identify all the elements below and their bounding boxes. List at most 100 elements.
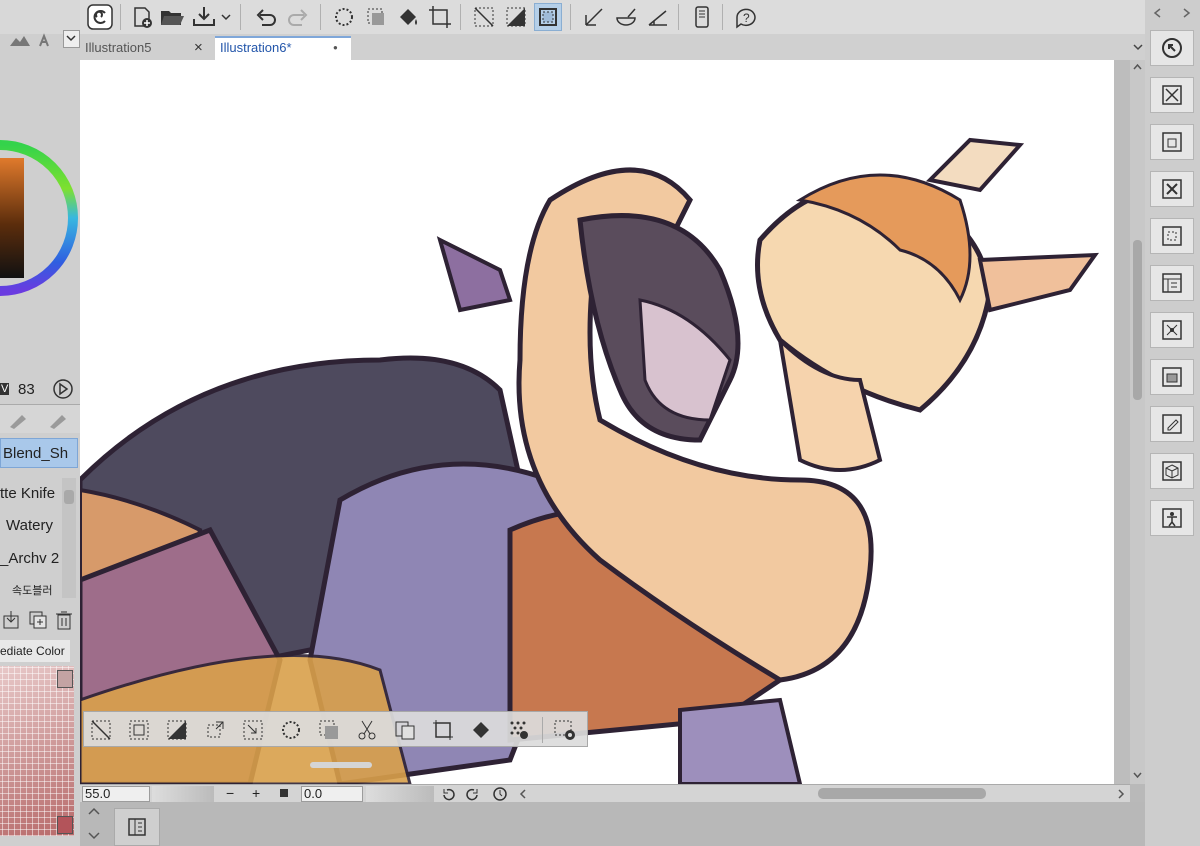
close-sub-button[interactable]: [1150, 171, 1194, 207]
grid-snap-button[interactable]: [644, 3, 672, 31]
brush-item[interactable]: Blend_Sh: [0, 438, 78, 468]
fill-button[interactable]: [394, 3, 422, 31]
selection-settings-icon: [554, 720, 575, 740]
tab-illustration6[interactable]: Illustration6* ●: [215, 36, 351, 60]
intermediate-color-label: ediate Color: [0, 640, 70, 662]
app-logo-icon: [87, 4, 113, 30]
transform-selection-button[interactable]: [202, 717, 228, 743]
rotation-field[interactable]: 0.0: [301, 786, 363, 802]
layer-property-icon: [1162, 132, 1182, 152]
scale-button[interactable]: [430, 717, 456, 743]
redo-button[interactable]: [284, 3, 312, 31]
help-button[interactable]: ?: [732, 3, 760, 31]
selection-layer-button[interactable]: [362, 3, 390, 31]
pencil-tab-icon[interactable]: [4, 411, 34, 429]
deselect-button[interactable]: [88, 717, 114, 743]
invert-button[interactable]: [126, 717, 152, 743]
color-swatch-top[interactable]: [57, 670, 73, 688]
vertical-scroll-thumb[interactable]: [1133, 240, 1142, 400]
rotate-right-icon[interactable]: [465, 786, 481, 802]
show-selection-area-button[interactable]: [534, 3, 562, 31]
material-button[interactable]: [1150, 218, 1194, 254]
layer-property-button[interactable]: [1150, 124, 1194, 160]
canvas-area[interactable]: [80, 60, 1130, 784]
layer-button[interactable]: [1150, 359, 1194, 395]
collapse-up-icon[interactable]: [86, 806, 102, 818]
copy-paste-button[interactable]: [392, 717, 418, 743]
scroll-down-icon[interactable]: [1132, 770, 1143, 780]
new-canvas-button[interactable]: [128, 3, 156, 31]
brush-actions: [0, 606, 80, 634]
fill-icon: [400, 9, 417, 25]
select-all-button[interactable]: [164, 717, 190, 743]
undo-button[interactable]: [252, 3, 280, 31]
lasso-selection-button[interactable]: [330, 3, 358, 31]
document-tab-bar: Illustration5 × Illustration6* ●: [80, 34, 1145, 60]
snap-ruler-button[interactable]: [580, 3, 608, 31]
import-icon[interactable]: [2, 610, 22, 630]
special-ruler-icon: [616, 8, 636, 26]
rotation-slider[interactable]: [366, 786, 434, 802]
tool-property-button[interactable]: [1150, 312, 1194, 348]
timeline-button[interactable]: [114, 808, 160, 846]
horizontal-scroll-thumb[interactable]: [818, 788, 986, 799]
smartphone-button[interactable]: [688, 3, 716, 31]
scroll-left-icon[interactable]: [518, 787, 528, 801]
zoom-slider[interactable]: [152, 786, 214, 802]
invert-selection-button[interactable]: [502, 3, 530, 31]
scroll-right-icon[interactable]: [1116, 787, 1126, 801]
value-label: V: [0, 383, 10, 395]
navigator-button[interactable]: [1150, 30, 1194, 66]
cut-button[interactable]: [354, 717, 380, 743]
convert-selection-button[interactable]: [316, 717, 342, 743]
special-ruler-button[interactable]: [612, 3, 640, 31]
close-icon[interactable]: ×: [194, 36, 203, 60]
fit-button[interactable]: [280, 789, 288, 797]
save-dropdown[interactable]: [218, 3, 234, 31]
scale-icon: [433, 720, 453, 740]
value-readout: 83: [18, 381, 35, 398]
color-swatch-bottom[interactable]: [57, 816, 73, 834]
close-panel-button[interactable]: [1150, 77, 1194, 113]
collapse-right-icon[interactable]: [1179, 6, 1193, 20]
scroll-up-icon[interactable]: [1132, 62, 1143, 72]
play-icon[interactable]: [52, 378, 74, 400]
vertical-scrollbar[interactable]: [1130, 60, 1145, 784]
character-button[interactable]: [1150, 500, 1194, 536]
tab-illustration5[interactable]: Illustration5 ×: [80, 36, 214, 60]
cut-icon: [358, 720, 376, 740]
zoom-out-button[interactable]: −: [226, 785, 234, 801]
tab-list-dropdown-icon[interactable]: [1132, 40, 1144, 54]
selection-settings-button[interactable]: [552, 717, 578, 743]
app-logo-button[interactable]: [86, 3, 114, 31]
reset-rotation-icon[interactable]: [492, 786, 508, 802]
open-file-button[interactable]: [158, 3, 186, 31]
shrink-selection-button[interactable]: [240, 717, 266, 743]
delete-icon[interactable]: [54, 610, 74, 630]
3d-button[interactable]: [1150, 453, 1194, 489]
brush-tab-icon[interactable]: [44, 411, 74, 429]
palette-tabs-icon[interactable]: [8, 32, 64, 50]
duplicate-icon[interactable]: [28, 610, 48, 630]
brush-list-scrollbar[interactable]: [62, 478, 76, 598]
screentone-button[interactable]: [506, 717, 532, 743]
fill-selection-button[interactable]: [468, 717, 494, 743]
intermediate-color-grid[interactable]: [0, 666, 74, 836]
expand-selection-button[interactable]: [278, 717, 304, 743]
transform-button[interactable]: [426, 3, 454, 31]
panel-menu-button[interactable]: [63, 30, 80, 48]
selection-bar-handle[interactable]: [310, 762, 372, 768]
svg-text:?: ?: [743, 11, 750, 25]
save-button[interactable]: [190, 3, 218, 31]
edit-button[interactable]: [1150, 406, 1194, 442]
zoom-field[interactable]: 55.0: [82, 786, 150, 802]
collapse-down-icon[interactable]: [86, 830, 102, 842]
clear-selection-button[interactable]: [470, 3, 498, 31]
color-wheel[interactable]: [0, 110, 78, 326]
sub-view-button[interactable]: [1150, 265, 1194, 301]
zoom-in-button[interactable]: +: [252, 785, 260, 801]
rotate-left-icon[interactable]: [440, 786, 456, 802]
saturation-square[interactable]: [0, 158, 24, 278]
canvas-paper[interactable]: [80, 60, 1114, 784]
collapse-left-icon[interactable]: [1151, 6, 1165, 20]
